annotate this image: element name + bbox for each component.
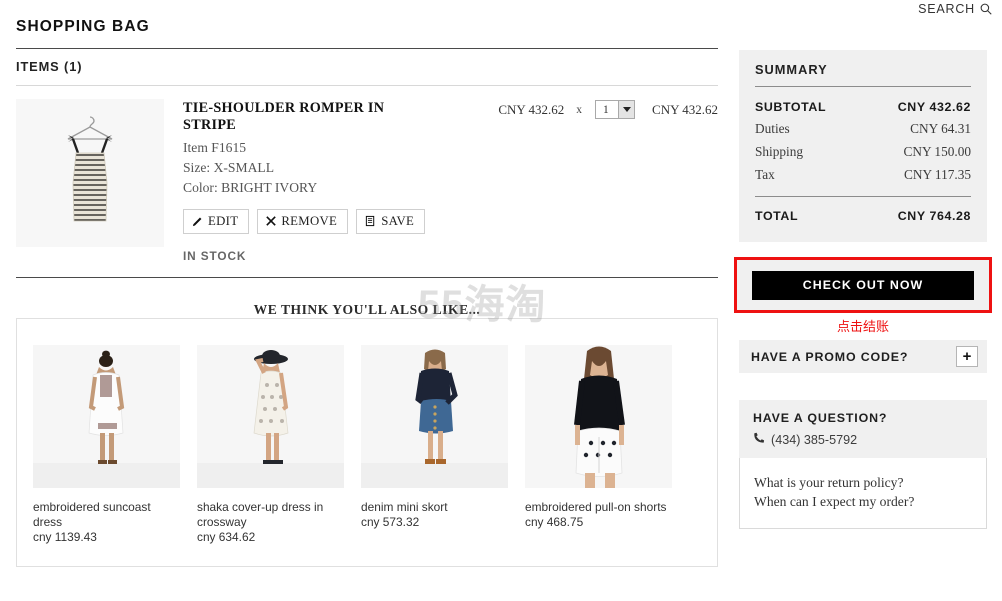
remove-button[interactable]: REMOVE — [257, 208, 349, 234]
help-header: HAVE A QUESTION? (434) 385-5792 — [739, 400, 987, 458]
recommendation-name[interactable]: shaka cover-up dress in crossway — [197, 500, 344, 530]
recommendation-card: denim mini skort cny 573.32 — [361, 344, 508, 546]
items-count-label: ITEMS (1) — [16, 59, 83, 74]
edit-label: EDIT — [208, 213, 239, 228]
subtotal-value: CNY 432.62 — [897, 99, 971, 114]
cart-main-column: SHOPPING BAG ITEMS (1) TIE-SHOULDER ROMP… — [16, 18, 718, 567]
recommendation-name[interactable]: denim mini skort — [361, 500, 508, 515]
checkout-now-button[interactable]: CHECK OUT NOW — [752, 270, 974, 300]
quantity-value: 1 — [603, 103, 609, 116]
save-list-icon — [365, 215, 376, 227]
tax-value: CNY 117.35 — [904, 166, 971, 182]
subtotal-label: SUBTOTAL — [755, 99, 827, 114]
summary-row-tax: Tax CNY 117.35 — [755, 163, 971, 186]
help-title: HAVE A QUESTION? — [753, 411, 888, 425]
recommendation-image[interactable] — [361, 344, 508, 488]
cart-item-actions: EDIT REMOVE SAVE — [183, 208, 718, 234]
recommendation-price: cny 634.62 — [197, 530, 256, 545]
total-value: CNY 764.28 — [897, 208, 971, 223]
help-link-order-timing[interactable]: When can I expect my order? — [754, 492, 972, 511]
cart-item-thumbnail[interactable] — [16, 99, 164, 247]
remove-label: REMOVE — [281, 213, 338, 228]
line-total-price: CNY 432.62 — [652, 101, 718, 117]
summary-row-total: TOTAL CNY 764.28 — [755, 205, 971, 226]
save-button[interactable]: SAVE — [356, 208, 426, 234]
summary-divider — [755, 86, 971, 87]
chevron-down-icon[interactable] — [618, 101, 635, 118]
recommendation-name[interactable]: embroidered pull-on shorts — [525, 500, 672, 515]
recommendation-image[interactable] — [33, 344, 180, 488]
cart-item-pricing: CNY 432.62 x 1 CNY 432.62 — [498, 100, 718, 119]
help-section: HAVE A QUESTION? (434) 385-5792 What is … — [739, 400, 987, 529]
close-x-icon — [266, 216, 277, 227]
total-label: TOTAL — [755, 208, 799, 223]
duties-value: CNY 64.31 — [910, 120, 971, 136]
promo-code-label: HAVE A PROMO CODE? — [751, 349, 909, 364]
cart-item-name[interactable]: TIE-SHOULDER ROMPER IN STRIPE — [183, 100, 423, 134]
expand-plus-icon[interactable]: + — [956, 346, 978, 367]
summary-title: SUMMARY — [755, 62, 828, 77]
phone-icon — [753, 432, 765, 447]
recommendations-title: WE THINK YOU'LL ALSO LIKE... — [239, 301, 495, 317]
cart-bottom-divider — [16, 276, 718, 278]
stock-status: IN STOCK — [183, 248, 247, 263]
recommendation-card: embroidered pull-on shorts cny 468.75 — [525, 344, 672, 546]
shipping-label: Shipping — [755, 143, 804, 159]
help-links: What is your return policy? When can I e… — [739, 458, 987, 529]
romper-product-image — [16, 99, 164, 247]
summary-row-shipping: Shipping CNY 150.00 — [755, 140, 971, 163]
tax-label: Tax — [755, 166, 775, 182]
help-phone-number: (434) 385-5792 — [771, 432, 858, 447]
recommendation-image[interactable] — [525, 344, 672, 488]
unit-price: CNY 432.62 — [498, 101, 565, 117]
recommendation-price: cny 1139.43 — [33, 530, 97, 545]
duties-label: Duties — [755, 120, 790, 136]
checkout-highlight-box: CHECK OUT NOW — [734, 257, 992, 313]
quantity-select[interactable]: 1 — [595, 100, 636, 119]
pencil-icon — [192, 216, 203, 227]
cart-item-number: Item F1615 — [183, 139, 247, 155]
cart-item-details: TIE-SHOULDER ROMPER IN STRIPE Item F1615… — [164, 99, 718, 263]
cart-item-row: TIE-SHOULDER ROMPER IN STRIPE Item F1615… — [16, 86, 718, 263]
help-link-return-policy[interactable]: What is your return policy? — [754, 473, 972, 492]
recommendation-image[interactable] — [197, 344, 344, 488]
page-title: SHOPPING BAG — [16, 18, 150, 35]
search-button[interactable]: SEARCH — [918, 2, 992, 16]
cart-item-color: Color: BRIGHT IVORY — [183, 179, 318, 195]
search-label: SEARCH — [918, 2, 975, 16]
recommendation-card: embroidered suncoast dress cny 1139.43 — [33, 344, 180, 546]
cart-item-size: Size: X-SMALL — [183, 159, 274, 175]
edit-button[interactable]: EDIT — [183, 208, 250, 234]
recommendation-name[interactable]: embroidered suncoast dress — [33, 500, 180, 530]
summary-total-divider — [755, 196, 971, 197]
recommendation-card: shaka cover-up dress in crossway cny 634… — [197, 344, 344, 546]
shipping-value: CNY 150.00 — [903, 143, 971, 159]
save-label: SAVE — [381, 213, 415, 228]
recommendation-price: cny 573.32 — [361, 515, 420, 530]
checkout-annotation-text: 点击结账 — [836, 319, 889, 334]
summary-row-subtotal: SUBTOTAL CNY 432.62 — [755, 96, 971, 117]
recommendations-grid: embroidered suncoast dress cny 1139.43 s… — [16, 317, 718, 567]
search-icon — [980, 3, 992, 15]
recommendation-price: cny 468.75 — [525, 515, 584, 530]
multiply-symbol: x — [576, 103, 583, 116]
help-phone-row[interactable]: (434) 385-5792 — [753, 432, 973, 447]
order-summary-panel: SUMMARY SUBTOTAL CNY 432.62 Duties CNY 6… — [739, 50, 987, 242]
promo-code-section[interactable]: HAVE A PROMO CODE? + — [739, 340, 987, 373]
summary-row-duties: Duties CNY 64.31 — [755, 117, 971, 140]
